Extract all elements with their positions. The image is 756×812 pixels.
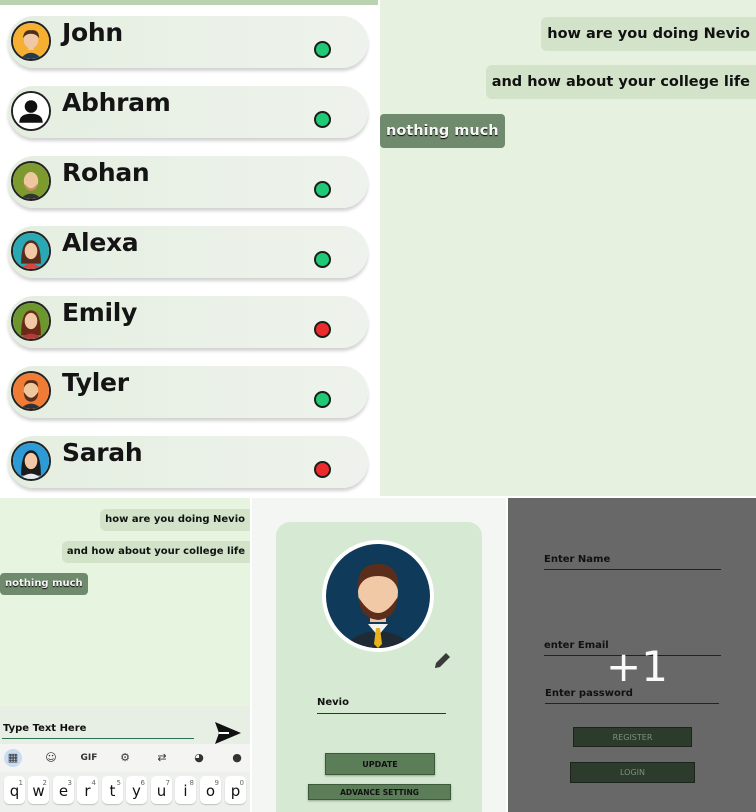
key-r[interactable]: r4 <box>77 776 98 804</box>
palette-icon[interactable]: ◕ <box>190 749 208 767</box>
online-status-dot <box>314 41 331 58</box>
received-message-bubble: nothing much <box>380 114 505 148</box>
register-button[interactable]: REGISTER <box>573 727 692 747</box>
contact-name: Abhram <box>62 88 171 117</box>
settings-icon[interactable]: ⚙ <box>116 749 134 767</box>
register-panel: Enter Name enter Email Enter password +1… <box>508 498 756 812</box>
profile-card: Nevio UPDATE ADVANCE SETTING <box>276 522 482 812</box>
message-input[interactable]: Type Text Here <box>2 721 194 739</box>
message-composer: Type Text Here <box>0 706 250 744</box>
chat-panel-with-keyboard: how are you doing Nevio and how about yo… <box>0 498 250 812</box>
sent-message-bubble: and how about your college life <box>61 541 250 563</box>
profile-name-input[interactable]: Nevio <box>317 694 446 714</box>
man-orange-avatar-icon <box>11 21 51 61</box>
contact-name: Rohan <box>62 158 150 187</box>
key-q[interactable]: q1 <box>4 776 25 804</box>
plus-one-overlay: +1 <box>606 642 668 691</box>
online-status-dot <box>314 111 331 128</box>
gif-button[interactable]: GIF <box>78 749 100 767</box>
edit-pencil-icon[interactable] <box>431 650 453 672</box>
contact-item-abhram[interactable]: Abhram <box>8 86 368 138</box>
received-message-bubble: nothing much <box>0 573 88 595</box>
online-status-dot <box>314 181 331 198</box>
keyboard-toolbar: ▦ ☺ GIF ⚙ ⇄ ◕ ● <box>0 744 250 772</box>
name-input[interactable]: Enter Name <box>544 554 721 570</box>
offline-status-dot <box>314 321 331 338</box>
sticker-icon[interactable]: ☺ <box>42 749 60 767</box>
login-button[interactable]: LOGIN <box>570 762 695 783</box>
default-person-icon <box>11 91 51 131</box>
contact-item-tyler[interactable]: Tyler <box>8 366 368 418</box>
bearded-man-avatar-icon <box>326 544 430 648</box>
mic-icon[interactable]: ● <box>228 749 246 767</box>
key-t[interactable]: t5 <box>102 776 123 804</box>
woman-blue-avatar-icon <box>11 441 51 481</box>
contacts-panel: John Abhram Rohan Alexa Emily Tyler Sara… <box>0 0 378 496</box>
contact-name: Tyler <box>62 368 129 397</box>
top-divider <box>0 0 378 5</box>
bald-man-avatar-icon <box>11 161 51 201</box>
update-button[interactable]: UPDATE <box>325 753 435 775</box>
contact-item-alexa[interactable]: Alexa <box>8 226 368 278</box>
screenshot-collage: John Abhram Rohan Alexa Emily Tyler Sara… <box>0 0 756 812</box>
contact-item-rohan[interactable]: Rohan <box>8 156 368 208</box>
key-e[interactable]: e3 <box>53 776 74 804</box>
bearded-man-avatar-icon <box>11 371 51 411</box>
key-p[interactable]: p0 <box>225 776 246 804</box>
contact-name: Emily <box>62 298 138 327</box>
contact-name: John <box>62 18 123 47</box>
key-w[interactable]: w2 <box>28 776 49 804</box>
woman-green-avatar-icon <box>11 301 51 341</box>
chat-panel: how are you doing Nevio and how about yo… <box>380 0 756 496</box>
contact-item-emily[interactable]: Emily <box>8 296 368 348</box>
woman-teal-avatar-icon <box>11 231 51 271</box>
key-u[interactable]: u7 <box>151 776 172 804</box>
key-i[interactable]: i8 <box>175 776 196 804</box>
key-y[interactable]: y6 <box>126 776 147 804</box>
key-o[interactable]: o9 <box>200 776 221 804</box>
online-status-dot <box>314 251 331 268</box>
advance-setting-button[interactable]: ADVANCE SETTING <box>308 784 451 800</box>
send-icon[interactable] <box>213 720 243 746</box>
profile-panel: Nevio UPDATE ADVANCE SETTING <box>252 498 506 812</box>
translate-icon[interactable]: ⇄ <box>153 749 171 767</box>
online-status-dot <box>314 391 331 408</box>
contact-item-sarah[interactable]: Sarah <box>8 436 368 488</box>
offline-status-dot <box>314 461 331 478</box>
sent-message-bubble: how are you doing Nevio <box>100 509 250 531</box>
keyboard-row: q1 w2 e3 r4 t5 y6 u7 i8 o9 p0 <box>0 772 250 812</box>
sent-message-bubble: how are you doing Nevio <box>541 17 756 51</box>
profile-avatar[interactable] <box>322 540 434 652</box>
contact-name: Sarah <box>62 438 143 467</box>
sent-message-bubble: and how about your college life <box>485 65 756 99</box>
contact-item-john[interactable]: John <box>8 16 368 68</box>
contact-name: Alexa <box>62 228 139 257</box>
apps-icon[interactable]: ▦ <box>4 749 22 767</box>
